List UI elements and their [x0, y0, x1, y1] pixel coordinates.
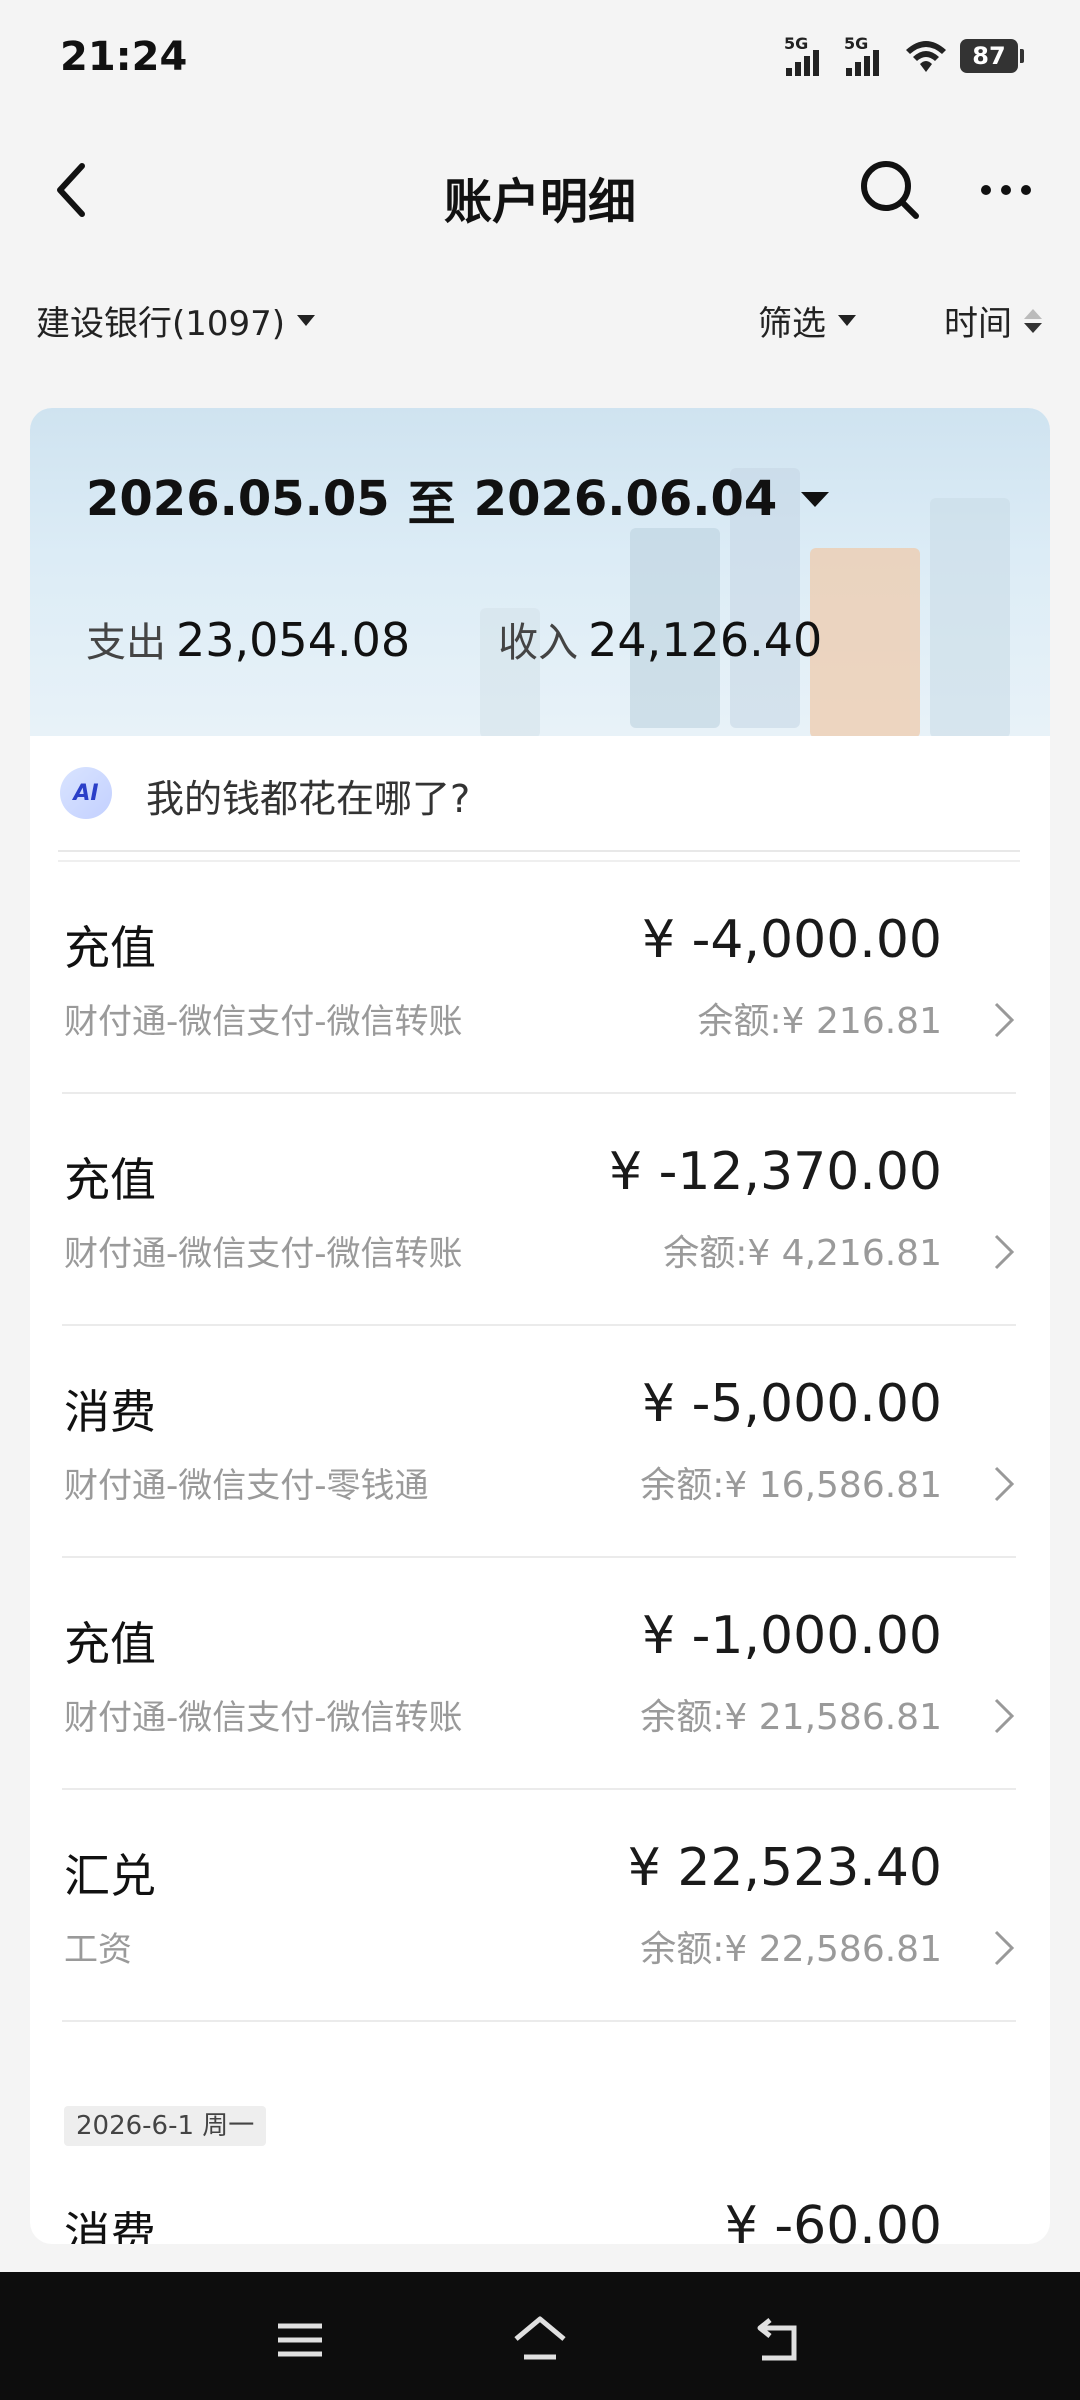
expense-value: 23,054.08: [176, 613, 411, 667]
status-bar: 21:24 5G 5G 87: [0, 0, 1080, 120]
transaction-desc: 财付通-微信支付-微信转账: [64, 1002, 463, 1042]
battery-icon: 87: [960, 39, 1024, 73]
ai-assistant-row[interactable]: AI 我的钱都花在哪了?: [30, 736, 1050, 848]
chevron-right-icon: [994, 1234, 1015, 1270]
transaction-desc: 工资: [64, 1930, 132, 1970]
filter-row: 建设银行(1097) 筛选 时间: [0, 290, 1080, 350]
totals: 支出 23,054.08 收入 24,126.40: [86, 610, 822, 668]
transaction-row[interactable]: 充值 财付通-微信支付-微信转账 ¥ -12,370.00 余额:¥ 4,216…: [30, 1094, 1050, 1326]
time-sort-button[interactable]: 时间: [944, 296, 1042, 345]
chevron-right-icon: [994, 1002, 1015, 1038]
transaction-desc: 财付通-微信支付-微信转账: [64, 1698, 463, 1738]
account-card: 2026.05.05 至 2026.06.04 支出 23,054.08 收入 …: [30, 408, 1050, 2244]
transaction-amount: ¥ 22,523.40: [627, 1838, 942, 1898]
search-button[interactable]: [854, 154, 926, 226]
transaction-row[interactable]: 消费 ¥ -60.00: [30, 2196, 1050, 2244]
back-nav-button[interactable]: [750, 2310, 810, 2370]
transaction-balance: 余额:¥ 21,586.81: [640, 1697, 942, 1738]
date-group-label: 2026-6-1 周一: [64, 2106, 267, 2146]
chevron-right-icon: [994, 1466, 1015, 1502]
transaction-desc: 财付通-微信支付-微信转账: [64, 1234, 463, 1274]
transaction-row[interactable]: 汇兑 工资 ¥ 22,523.40 余额:¥ 22,586.81: [30, 1790, 1050, 2022]
date-range-separator: 至: [407, 476, 456, 532]
wifi-icon: [906, 41, 946, 72]
filter-button[interactable]: 筛选: [758, 296, 856, 345]
signal-icon: 5G: [784, 34, 832, 78]
more-icon: [981, 185, 991, 195]
back-icon: [757, 2318, 797, 2361]
transaction-amount: ¥ -4,000.00: [642, 910, 942, 970]
transaction-balance: 余额:¥ 16,586.81: [640, 1465, 942, 1506]
income-value: 24,126.40: [588, 613, 823, 667]
transaction-row[interactable]: 充值 财付通-微信支付-微信转账 ¥ -4,000.00 余额:¥ 216.81: [30, 862, 1050, 1094]
chevron-right-icon: [994, 1698, 1015, 1734]
caret-down-icon: [838, 315, 856, 326]
transaction-type: 汇兑: [64, 1849, 156, 1903]
caret-down-icon: [297, 315, 316, 326]
income-label: 收入: [498, 620, 579, 666]
date-range-end: 2026.06.04: [473, 471, 778, 527]
home-icon: [514, 2316, 566, 2360]
transaction-type: 消费: [64, 2207, 156, 2244]
transaction-type: 充值: [64, 1617, 156, 1671]
divider: [58, 850, 1020, 852]
ai-icon: AI: [60, 767, 112, 819]
transaction-type: 充值: [64, 1153, 156, 1207]
transaction-type: 充值: [64, 921, 156, 975]
home-button[interactable]: [510, 2310, 570, 2370]
system-nav-bar: [0, 2272, 1080, 2400]
transaction-balance: 余额:¥ 22,586.81: [640, 1929, 942, 1970]
transaction-amount: ¥ -5,000.00: [642, 1374, 942, 1434]
transaction-type: 消费: [64, 1385, 156, 1439]
date-range-start: 2026.05.05: [86, 471, 390, 527]
transaction-row[interactable]: 充值 财付通-微信支付-微信转账 ¥ -1,000.00 余额:¥ 21,586…: [30, 1558, 1050, 1790]
transaction-amount: ¥ -12,370.00: [608, 1142, 942, 1202]
top-nav: 账户明细: [0, 140, 1080, 240]
date-range-selector[interactable]: 2026.05.05 至 2026.06.04: [86, 464, 830, 534]
summary-banner: 2026.05.05 至 2026.06.04 支出 23,054.08 收入 …: [30, 408, 1050, 736]
caret-down-icon: [801, 491, 830, 507]
search-icon: [861, 161, 919, 219]
expense-label: 支出: [86, 620, 166, 666]
transaction-amount: ¥ -60.00: [724, 2196, 942, 2244]
filter-label: 筛选: [758, 304, 826, 344]
menu-button[interactable]: [270, 2310, 330, 2370]
menu-icon: [278, 2323, 322, 2357]
transaction-row[interactable]: 消费 财付通-微信支付-零钱通 ¥ -5,000.00 余额:¥ 16,586.…: [30, 1326, 1050, 1558]
transaction-amount: ¥ -1,000.00: [642, 1606, 942, 1666]
transaction-balance: 余额:¥ 216.81: [697, 1001, 942, 1042]
account-label: 建设银行(1097): [36, 304, 286, 344]
battery-level: 87: [960, 39, 1018, 73]
account-selector[interactable]: 建设银行(1097): [36, 296, 316, 345]
sort-label: 时间: [944, 304, 1012, 344]
signal-icon: 5G: [844, 34, 892, 78]
transaction-desc: 财付通-微信支付-零钱通: [64, 1466, 429, 1506]
status-time: 21:24: [60, 34, 188, 80]
chevron-right-icon: [994, 1930, 1015, 1966]
transaction-balance: 余额:¥ 4,216.81: [663, 1233, 942, 1274]
more-button[interactable]: [970, 160, 1042, 220]
sort-icon: [1024, 308, 1042, 333]
ai-prompt: 我的钱都花在哪了?: [146, 777, 471, 821]
status-icons: 5G 5G 87: [784, 34, 1024, 78]
